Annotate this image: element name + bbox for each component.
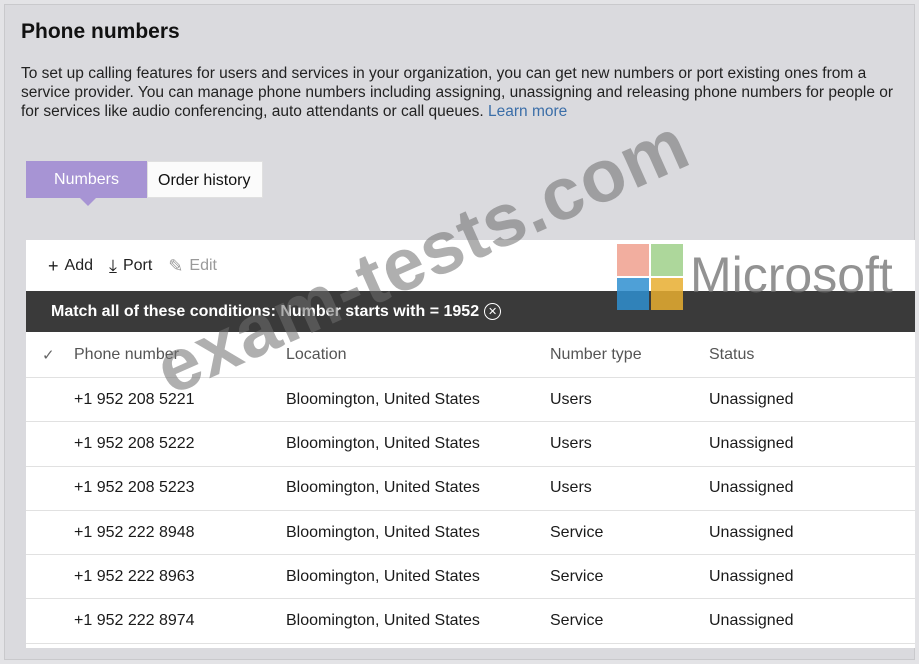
select-all-check-icon[interactable]: ✓	[26, 346, 74, 364]
cell-location: Bloomington, United States	[286, 479, 480, 497]
cell-number-type: Users	[550, 390, 592, 408]
tab-order-history[interactable]: Order history	[147, 161, 263, 198]
table-header: ✓ Phone number Location Number type Stat…	[26, 332, 915, 378]
filter-bar: Match all of these conditions: Number st…	[26, 291, 915, 332]
description-text: To set up calling features for users and…	[21, 65, 894, 120]
table-row[interactable]: +1 952 208 5223 Bloomington, United Stat…	[26, 467, 915, 511]
cell-number-type: Users	[550, 479, 592, 497]
cell-status: Unassigned	[709, 567, 794, 585]
toolbar: + Add ⤓ Port ✎ Edit	[48, 257, 217, 275]
edit-label: Edit	[189, 257, 217, 274]
tab-numbers[interactable]: Numbers	[26, 161, 147, 206]
cell-phone-number: +1 952 222 8974	[74, 612, 195, 630]
cell-location: Bloomington, United States	[286, 434, 480, 452]
cell-status: Unassigned	[709, 612, 794, 630]
plus-icon: +	[48, 256, 59, 276]
add-label: Add	[64, 257, 93, 274]
cell-number-type: Service	[550, 567, 604, 585]
page-description: To set up calling features for users and…	[21, 64, 911, 121]
tab-bar: Numbers Order history	[26, 161, 263, 206]
column-header-number-type[interactable]: Number type	[550, 346, 709, 364]
port-label: Port	[122, 257, 153, 274]
cell-number-type: Service	[550, 523, 604, 541]
cell-phone-number: +1 952 208 5222	[74, 434, 195, 452]
port-button[interactable]: ⤓ Port	[109, 257, 152, 275]
cell-phone-number: +1 952 208 5223	[74, 479, 195, 497]
download-arrow-icon: ⤓	[108, 256, 117, 276]
table-row[interactable]: +1 952 222 8948 Bloomington, United Stat…	[26, 511, 915, 556]
numbers-panel: + Add ⤓ Port ✎ Edit Match all of these c…	[26, 240, 915, 648]
learn-more-link[interactable]: Learn more	[488, 103, 567, 120]
page-title: Phone numbers	[21, 20, 180, 43]
cell-location: Bloomington, United States	[286, 390, 480, 408]
pencil-icon: ✎	[168, 256, 184, 276]
cell-number-type: Users	[550, 434, 592, 452]
cell-location: Bloomington, United States	[286, 567, 480, 585]
add-button[interactable]: + Add	[48, 257, 93, 275]
column-header-location[interactable]: Location	[286, 346, 550, 364]
table-row[interactable]: +1 952 208 5222 Bloomington, United Stat…	[26, 422, 915, 467]
table-row[interactable]: +1 952 222 8963 Bloomington, United Stat…	[26, 555, 915, 600]
table-row[interactable]: +1 952 208 5221 Bloomington, United Stat…	[26, 378, 915, 423]
table-row[interactable]: +1 952 222 8974 Bloomington, United Stat…	[26, 599, 915, 644]
clear-filter-icon[interactable]: ✕	[484, 303, 502, 320]
cell-status: Unassigned	[709, 523, 794, 541]
numbers-table: ✓ Phone number Location Number type Stat…	[26, 332, 915, 644]
cell-phone-number: +1 952 222 8948	[74, 523, 195, 541]
edit-button[interactable]: ✎ Edit	[168, 257, 217, 275]
cell-status: Unassigned	[709, 479, 794, 497]
cell-phone-number: +1 952 222 8963	[74, 567, 195, 585]
cell-number-type: Service	[550, 612, 604, 630]
cell-location: Bloomington, United States	[286, 523, 480, 541]
cell-status: Unassigned	[709, 390, 794, 408]
filter-text: Match all of these conditions: Number st…	[51, 302, 480, 320]
column-header-phone-number[interactable]: Phone number	[74, 346, 286, 364]
column-header-status[interactable]: Status	[709, 346, 889, 364]
cell-phone-number: +1 952 208 5221	[74, 390, 195, 408]
cell-location: Bloomington, United States	[286, 612, 480, 630]
app-frame: Phone numbers To set up calling features…	[4, 4, 915, 660]
cell-status: Unassigned	[709, 434, 794, 452]
